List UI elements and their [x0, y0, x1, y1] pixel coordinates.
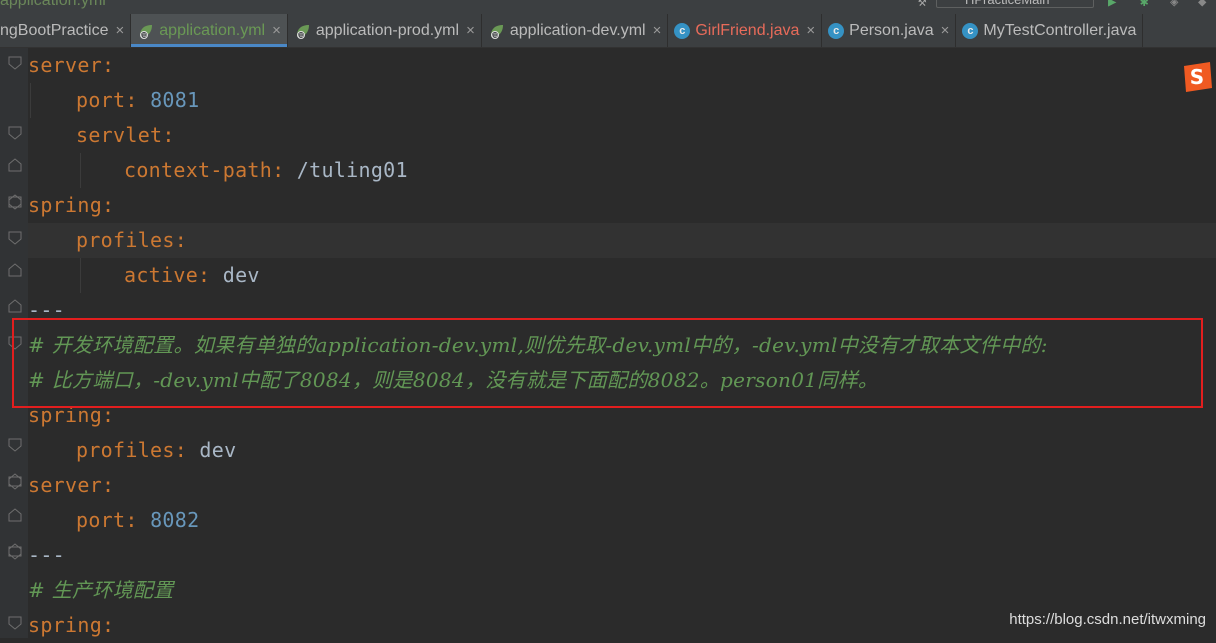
yaml-colon: :	[174, 438, 188, 462]
tab-girlfriend-java[interactable]: c GirlFriend.java ×	[668, 14, 823, 47]
sogou-ime-icon[interactable]: S	[1180, 60, 1214, 94]
code-line: active: dev	[28, 258, 1216, 293]
watermark-url: https://blog.csdn.net/itwxming	[1009, 611, 1206, 628]
code-line: ---	[28, 538, 1216, 573]
breadcrumb: application.yml	[0, 0, 106, 9]
yaml-key: context-path	[124, 158, 273, 182]
class-icon: c	[962, 22, 979, 39]
yaml-key: profiles	[76, 228, 175, 252]
debug-icon[interactable]: ✱	[1140, 0, 1148, 10]
close-icon[interactable]: ×	[116, 22, 125, 39]
tab-application-dev-yml[interactable]: @ application-dev.yml ×	[482, 14, 669, 47]
tab-label: GirlFriend.java	[695, 21, 800, 39]
yaml-colon: :	[102, 53, 115, 77]
code-line: # 生产环境配置	[28, 573, 1216, 608]
yaml-value: /tuling01	[296, 158, 408, 182]
indent-guide	[30, 83, 31, 118]
coverage-icon[interactable]: ◈	[1170, 0, 1178, 10]
spring-leaf-icon: @	[490, 24, 503, 39]
code-line: spring:	[28, 188, 1216, 223]
fold-collapse-icon[interactable]	[8, 56, 22, 70]
build-icon[interactable]: ⚒	[918, 0, 926, 10]
fold-end-icon[interactable]	[8, 263, 22, 277]
yaml-key: profiles	[76, 438, 175, 462]
fold-collapse-icon[interactable]	[8, 616, 22, 630]
code-line: server:	[28, 48, 1216, 83]
fold-collapse-icon[interactable]	[8, 476, 22, 490]
code-line: servlet:	[28, 118, 1216, 153]
fold-collapse-icon[interactable]	[8, 231, 22, 245]
code-line: port: 8082	[28, 503, 1216, 538]
run-configuration-select[interactable]: HPracticeMain	[936, 0, 1094, 8]
yaml-colon: :	[174, 228, 188, 252]
indent-guide	[80, 153, 81, 188]
document-separator: ---	[28, 543, 66, 567]
yaml-colon: :	[102, 193, 115, 217]
yaml-colon: :	[102, 613, 115, 637]
close-icon[interactable]: ×	[272, 22, 281, 39]
fold-end-icon[interactable]	[8, 299, 22, 313]
tab-label: application-dev.yml	[509, 21, 646, 39]
tab-springbootpractice[interactable]: ngBootPractice ×	[0, 14, 132, 47]
tab-label: ngBootPractice	[0, 21, 109, 39]
code-line: port: 8081	[28, 83, 1216, 118]
yaml-key: active	[124, 263, 199, 287]
fold-collapse-icon[interactable]	[8, 438, 22, 452]
tab-person-java[interactable]: c Person.java ×	[822, 14, 957, 47]
code-line: context-path: /tuling01	[28, 153, 1216, 188]
close-icon[interactable]: ×	[653, 22, 662, 39]
yaml-key: spring	[28, 193, 103, 217]
close-icon[interactable]: ×	[806, 22, 815, 39]
yaml-key: spring	[28, 613, 103, 637]
tab-label: application.yml	[159, 21, 266, 39]
close-icon[interactable]: ×	[466, 22, 475, 39]
yaml-value: dev	[222, 263, 260, 287]
yaml-value: 8081	[150, 88, 200, 112]
fold-end-icon[interactable]	[8, 158, 22, 172]
indent-guide	[80, 258, 81, 293]
fold-collapse-icon[interactable]	[8, 126, 22, 140]
tab-label: MyTestController.java	[983, 21, 1137, 39]
yaml-value: dev	[199, 438, 237, 462]
code-line-current: profiles:	[28, 223, 1216, 258]
run-icon[interactable]: ▶	[1108, 0, 1116, 10]
class-icon: c	[828, 22, 845, 39]
profile-icon[interactable]: ◆	[1198, 0, 1206, 10]
svg-text:@: @	[492, 32, 498, 39]
svg-text:@: @	[298, 32, 304, 39]
yaml-colon: :	[162, 123, 175, 147]
yaml-colon: :	[272, 158, 285, 182]
tab-application-prod-yml[interactable]: @ application-prod.yml ×	[288, 14, 482, 47]
yaml-value: 8082	[150, 508, 200, 532]
svg-text:@: @	[141, 32, 147, 39]
tab-application-yml[interactable]: @ application.yml ×	[131, 14, 288, 47]
yaml-colon: :	[198, 263, 211, 287]
tab-label: application-prod.yml	[315, 21, 460, 39]
class-icon: c	[674, 22, 691, 39]
close-icon[interactable]: ×	[941, 22, 950, 39]
spring-leaf-icon: @	[140, 24, 153, 39]
fold-end-icon[interactable]	[8, 508, 22, 522]
annotation-highlight-box	[12, 318, 1203, 408]
yaml-key: server	[28, 53, 103, 77]
yaml-colon: :	[102, 473, 115, 497]
yaml-key: servlet	[76, 123, 163, 147]
editor-tab-bar: ngBootPractice × @ application.yml × @ a…	[0, 14, 1216, 48]
fold-collapse-icon[interactable]	[8, 196, 22, 210]
svg-text:S: S	[1190, 65, 1204, 89]
code-line: profiles: dev	[28, 433, 1216, 468]
yaml-colon: :	[125, 88, 138, 112]
yaml-key: port	[76, 88, 126, 112]
code-line: server:	[28, 468, 1216, 503]
spring-leaf-icon: @	[296, 24, 309, 39]
yaml-key: port	[76, 508, 126, 532]
window-header: application.yml ⚒ HPracticeMain ▶ ✱ ◈ ◆	[0, 0, 1216, 14]
tab-label: Person.java	[849, 21, 934, 39]
yaml-colon: :	[125, 508, 138, 532]
yaml-comment: # 生产环境配置	[28, 578, 174, 602]
tab-mytestcontroller-java[interactable]: c MyTestController.java	[956, 14, 1144, 47]
fold-collapse-icon[interactable]	[8, 546, 22, 560]
yaml-key: server	[28, 473, 103, 497]
